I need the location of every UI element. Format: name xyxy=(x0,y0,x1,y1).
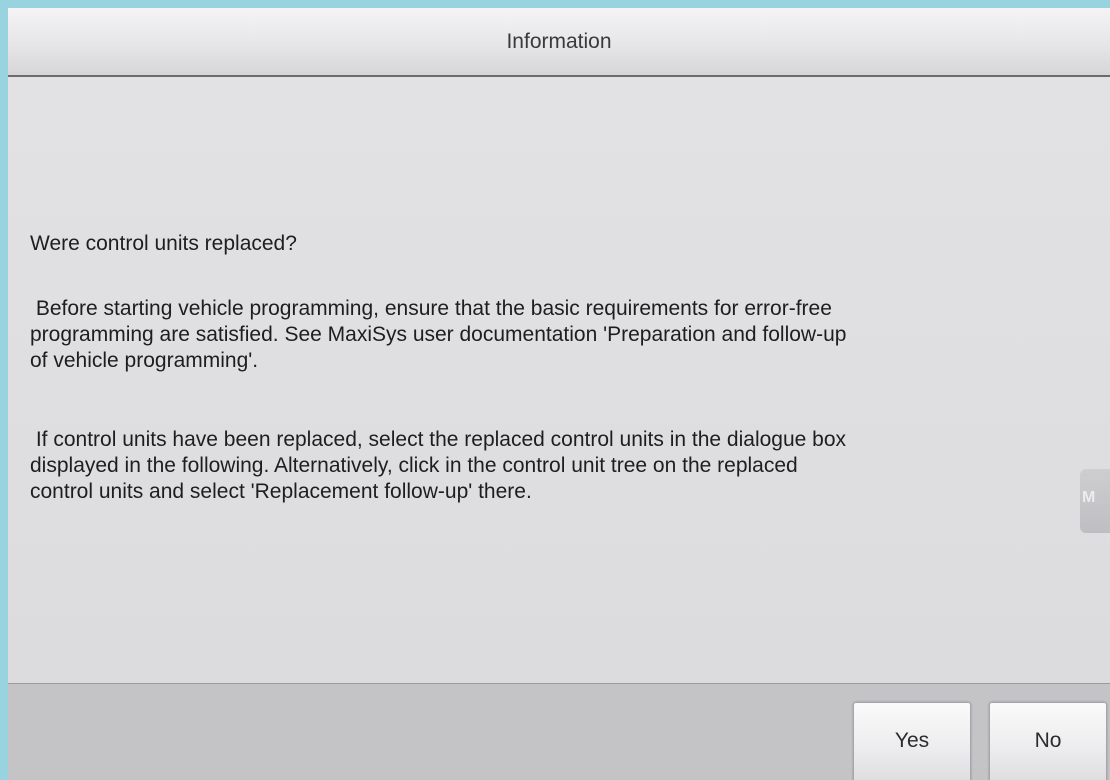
dialog-body: Were control units replaced? Before star… xyxy=(8,77,1110,683)
requirements-paragraph: Before starting vehicle programming, ens… xyxy=(30,297,847,372)
screen-frame: Information Were control units replaced?… xyxy=(0,0,1110,780)
floating-menu-icon: M xyxy=(1082,489,1096,506)
no-button[interactable]: No xyxy=(989,702,1107,780)
replacement-paragraph: If control units have been replaced, sel… xyxy=(30,428,847,503)
dialog-titlebar: Information xyxy=(8,8,1110,77)
question-text: Were control units replaced? xyxy=(30,232,297,255)
yes-button[interactable]: Yes xyxy=(853,702,971,780)
information-dialog: Information Were control units replaced?… xyxy=(8,8,1110,780)
dialog-title: Information xyxy=(506,30,612,53)
floating-menu-handle[interactable]: M xyxy=(1080,469,1110,533)
dialog-footer: Yes No xyxy=(8,683,1110,780)
